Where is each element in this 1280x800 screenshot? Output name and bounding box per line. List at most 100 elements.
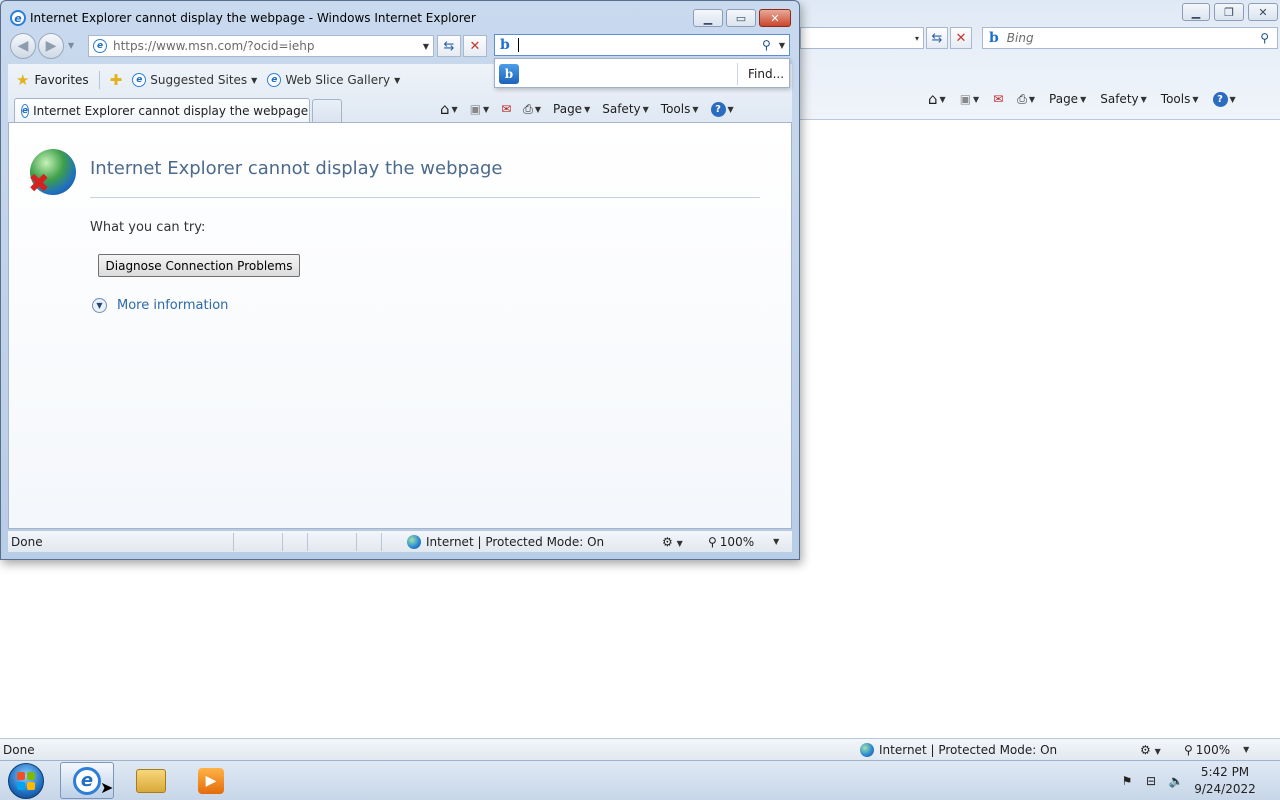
start-button[interactable] [8,763,44,799]
web-slice-gallery-button[interactable]: e Web Slice Gallery ▼ [267,73,400,87]
refresh-button[interactable]: ⇆ [437,35,461,57]
search-input[interactable] [517,38,754,52]
status-separator [307,532,308,551]
minimize-icon: ▁ [703,11,713,25]
suggested-sites-button[interactable]: e Suggested Sites ▼ [132,73,257,87]
search-options-chevron-icon[interactable]: ▼ [779,41,789,50]
safety-menu[interactable]: Safety ▼ [602,102,649,116]
mouse-cursor-icon: ➤ [100,778,114,797]
home-button[interactable]: ⌂ ▼ [440,100,458,118]
mail-button[interactable]: ✉ [501,102,511,116]
clock-date: 9/24/2022 [1194,782,1256,796]
address-url[interactable]: https://www.msn.com/?ocid=iehp [113,39,417,53]
new-tab-button[interactable] [312,99,342,123]
forward-button[interactable]: ▶ [38,33,64,59]
bg-zoom-button[interactable]: ⚲ 100% ▼ [1184,743,1249,757]
bing-provider-icon[interactable]: b [499,64,519,84]
diagnose-connection-problems-button[interactable]: Diagnose Connection Problems [98,254,300,277]
dropdown-divider [737,63,738,85]
volume-icon[interactable]: 🔈 [1164,774,1188,788]
bg-refresh-button[interactable]: ⇆ [926,27,948,49]
address-dropdown-icon[interactable]: ▼ [423,42,433,51]
favorites-button[interactable]: ★ Favorites [16,71,100,89]
page-content [8,122,792,529]
tab-current[interactable]: e Internet Explorer cannot display the w… [14,98,310,122]
tab-page-icon: e [21,103,30,118]
status-bar: Done Internet | Protected Mode: On ⚙ ▼ ⚲… [8,530,792,552]
feeds-button[interactable]: ▣ ▼ [470,102,490,116]
help-icon: ? [710,101,726,117]
bg-stop-button[interactable]: ✕ [950,27,972,49]
more-information-link[interactable]: ▼ More information [92,298,228,313]
bg-tools-menu[interactable]: Tools ▼ [1161,92,1199,106]
zoom-icon: ⚲ [708,534,717,549]
close-button[interactable]: ✕ [759,9,791,27]
zoom-button[interactable]: ⚲ 100% ▼ [708,535,779,549]
feeds-icon: ▣ [469,102,482,116]
stop-button[interactable]: ✕ [463,35,487,57]
search-icon[interactable]: ⚲ [1260,31,1277,45]
print-button[interactable]: ⎙ ▼ [523,102,541,117]
bg-safety-menu[interactable]: Safety ▼ [1100,92,1147,106]
back-arrow-icon: ◀ [17,38,29,54]
zoom-icon: ⚲ [1184,742,1193,757]
window-title: Internet Explorer cannot display the web… [30,11,476,25]
bg-restore-button[interactable]: ❐ [1214,3,1244,21]
help-button[interactable]: ? ▼ [710,101,734,117]
search-box[interactable]: b ⚲ ▼ [494,34,790,56]
expand-chevron-icon: ▼ [92,298,107,313]
bg-print-button[interactable]: ⎙ ▼ [1017,92,1035,107]
maximize-button[interactable]: ▭ [726,9,756,27]
feeds-icon: ▣ [959,92,972,106]
taskbar-media-player[interactable]: ▶ [184,762,238,799]
search-icon[interactable]: ⚲ [762,38,771,52]
heading-divider [90,197,760,198]
bg-mail-button[interactable]: ✉ [993,92,1003,106]
bg-address-bar[interactable]: ▾ [800,27,924,49]
bg-status-bar: Done Internet | Protected Mode: On ⚙ ▼ ⚲… [0,738,1280,760]
action-center-flag-icon[interactable]: ⚑ [1116,774,1138,788]
bg-command-bar: ⌂ ▼ ▣ ▼ ✉ ⎙ ▼ Page ▼ Safety ▼ Tools ▼ ? ▼ [928,90,1236,108]
recent-pages-chevron-icon[interactable]: ▼ [68,41,74,50]
bg-search-box[interactable]: b Bing ⚲ [982,27,1278,49]
mail-icon: ✉ [993,92,1004,106]
taskbar-windows-explorer[interactable] [124,762,178,799]
shield-icon: ⚙ [1140,742,1151,757]
bg-feeds-button[interactable]: ▣ ▼ [960,92,980,106]
find-button[interactable]: Find... [748,67,784,81]
tools-menu[interactable]: Tools ▼ [661,102,699,116]
home-icon: ⌂ [928,90,938,108]
page-icon: e [93,39,107,53]
chevron-down-icon[interactable]: ▾ [915,34,919,43]
clock[interactable]: 5:42 PM 9/24/2022 [1188,764,1262,798]
windows-logo-icon [17,772,35,790]
folder-icon [136,768,166,793]
bg-help-button[interactable]: ? ▼ [1212,91,1236,107]
bg-close-button[interactable]: ✕ [1248,3,1278,21]
forward-arrow-icon: ▶ [45,38,57,54]
notification-area: ⚑ ⊟ 🔈 5:42 PM 9/24/2022 [1116,764,1276,798]
what-you-can-try-label: What you can try: [90,220,206,235]
restore-icon: ❐ [1224,5,1234,19]
star-icon: ★ [16,71,30,89]
minimize-button[interactable]: ▁ [693,9,723,27]
protected-mode-button[interactable]: ⚙ ▼ [662,535,708,549]
bg-page-menu[interactable]: Page ▼ [1049,92,1086,106]
globe-icon [860,742,874,757]
media-player-icon: ▶ [198,767,224,794]
back-button[interactable]: ◀ [10,33,36,59]
status-text: Done [11,534,43,549]
bg-home-button[interactable]: ⌂ ▼ [928,90,946,108]
bg-minimize-button[interactable]: ▁ [1182,3,1210,21]
page-menu[interactable]: Page ▼ [553,102,590,116]
add-to-favorites-bar-icon[interactable]: ✚ [110,71,123,89]
address-bar[interactable]: e https://www.msn.com/?ocid=iehp ▼ [88,35,434,57]
bg-search-placeholder: Bing [1006,31,1034,45]
bing-icon: b [989,30,999,46]
stop-icon: ✕ [469,38,481,54]
bing-icon: b [500,37,510,53]
network-icon[interactable]: ⊟ [1138,774,1164,788]
tab-label: Internet Explorer cannot display the web… [33,103,309,118]
minimize-icon: ▁ [1191,5,1201,19]
bg-protected-mode-button[interactable]: ⚙ ▼ [1140,743,1184,757]
